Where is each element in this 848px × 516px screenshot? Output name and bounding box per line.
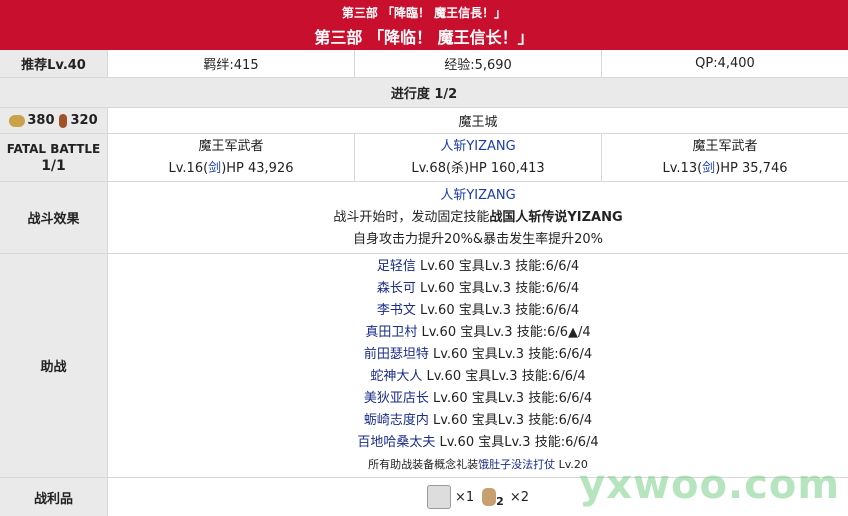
list-item: 蛇神大人 Lv.60 宝具Lv.3 技能:6/6/4 <box>370 368 586 384</box>
ap-cost: 380 <box>27 113 55 128</box>
effect-desc: 自身攻击力提升20%&暴击发生率提升20% <box>353 231 603 247</box>
cost-row: 380 320 魔王城 <box>0 108 848 134</box>
list-item: 真田卫村 Lv.60 宝具Lv.3 技能:6/6▲/4 <box>365 324 591 340</box>
class-sword: 剑 <box>702 160 716 176</box>
fruit-item-icon[interactable] <box>482 488 497 506</box>
support-note: 所有助战装备概念礼装饿肚子没法打仗 Lv.20 <box>368 457 588 471</box>
bond-points: 羁绊:415 <box>108 50 355 77</box>
list-item: 蛎崎志度内 Lv.60 宝具Lv.3 技能:6/6/4 <box>363 412 593 428</box>
class-sword: 剑 <box>208 160 222 176</box>
location: 魔王城 <box>458 115 498 130</box>
ap-icon <box>9 114 26 127</box>
quest-header: 第三部 「降臨！ 魔王信長！」 第三部 「降临！ 魔王信长！」 <box>0 0 848 50</box>
battle-count: 1/1 <box>41 157 66 174</box>
enemy-2[interactable]: 人斩YIZANG Lv.68(杀)HP 160,413 <box>355 134 602 181</box>
servant-link[interactable]: 前田瑟坦特 <box>364 347 429 362</box>
support-list: 足轻信 Lv.60 宝具Lv.3 技能:6/6/4 森长可 Lv.60 宝具Lv… <box>108 254 848 477</box>
list-item: 前田瑟坦特 Lv.60 宝具Lv.3 技能:6/6/4 <box>363 346 593 362</box>
servant-link[interactable]: 百地哈桑太夫 <box>357 435 435 450</box>
qp-points: QP:4,400 <box>695 56 755 71</box>
list-item: 美狄亚店长 Lv.60 宝具Lv.3 技能:6/6/4 <box>363 390 593 406</box>
list-item: 足轻信 Lv.60 宝具Lv.3 技能:6/6/4 <box>376 258 580 274</box>
battle-type: FATAL BATTLE <box>6 141 101 156</box>
item2-sub: 2 <box>496 495 504 508</box>
support-label: 助战 <box>0 254 108 477</box>
progress-row: 进行度 1/2 <box>0 78 848 108</box>
list-item: 李书文 Lv.60 宝具Lv.3 技能:6/6/4 <box>376 302 580 318</box>
effect-label: 战斗效果 <box>0 182 108 253</box>
servant-link[interactable]: 美狄亚店长 <box>364 391 429 406</box>
progress-text: 进行度 1/2 <box>390 87 458 102</box>
list-item: 百地哈桑太夫 Lv.60 宝具Lv.3 技能:6/6/4 <box>357 434 599 450</box>
watermark: yxwoo.com <box>579 462 840 508</box>
bronze-cost: 320 <box>70 113 98 128</box>
effect-content: 人斩YIZANG 战斗开始时，发动固定技能战国人斩传说YIZANG 自身攻击力提… <box>108 182 848 253</box>
servant-link[interactable]: 森长可 <box>377 281 416 296</box>
exp-points: 经验:5,690 <box>355 50 602 77</box>
cost-cell: 380 320 <box>0 108 108 133</box>
class-assassin: 杀 <box>451 160 465 176</box>
item2-count: ×2 <box>509 489 529 505</box>
servant-link[interactable]: 真田卫村 <box>365 325 417 340</box>
craft-essence-link[interactable]: 饿肚子没法打仗 <box>478 458 555 471</box>
enemy-3[interactable]: 魔王军武者 Lv.13(剑)HP 35,746 <box>602 134 848 181</box>
servant-link[interactable]: 蛎崎志度内 <box>364 413 429 428</box>
servant-link[interactable]: 足轻信 <box>377 259 416 274</box>
servant-link[interactable]: 李书文 <box>377 303 416 318</box>
enemy-name[interactable]: 人斩YIZANG <box>440 136 515 158</box>
battle-label: FATAL BATTLE 1/1 <box>0 134 108 181</box>
drops-label: 战利品 <box>0 478 108 516</box>
quest-title-cn: 第三部 「降临！ 魔王信长！」 <box>314 28 534 47</box>
support-row: 助战 足轻信 Lv.60 宝具Lv.3 技能:6/6/4 森长可 Lv.60 宝… <box>0 254 848 478</box>
enemy-name: 魔王军武者 <box>692 138 758 154</box>
battle-row: FATAL BATTLE 1/1 魔王军武者 Lv.16(剑)HP 43,926… <box>0 134 848 182</box>
recommend-level: 推荐Lv.40 <box>0 50 108 77</box>
bronze-fruit-icon <box>58 113 67 128</box>
list-item: 森长可 Lv.60 宝具Lv.3 技能:6/6/4 <box>376 280 580 296</box>
enemy-name: 魔王军武者 <box>198 138 264 154</box>
quest-title-jp: 第三部 「降臨！ 魔王信長！」 <box>341 6 507 20</box>
item1-count: ×1 <box>455 489 475 505</box>
effect-source[interactable]: 人斩YIZANG <box>440 185 515 207</box>
info-row: 推荐Lv.40 羁绊:415 经验:5,690 QP:4,400 <box>0 50 848 78</box>
statue-item-icon[interactable] <box>427 485 451 509</box>
fixed-skill-name: 战国人斩传说YIZANG <box>489 209 623 225</box>
enemy-1[interactable]: 魔王军武者 Lv.16(剑)HP 43,926 <box>108 134 355 181</box>
effect-row: 战斗效果 人斩YIZANG 战斗开始时，发动固定技能战国人斩传说YIZANG 自… <box>0 182 848 254</box>
servant-link[interactable]: 蛇神大人 <box>370 369 422 384</box>
